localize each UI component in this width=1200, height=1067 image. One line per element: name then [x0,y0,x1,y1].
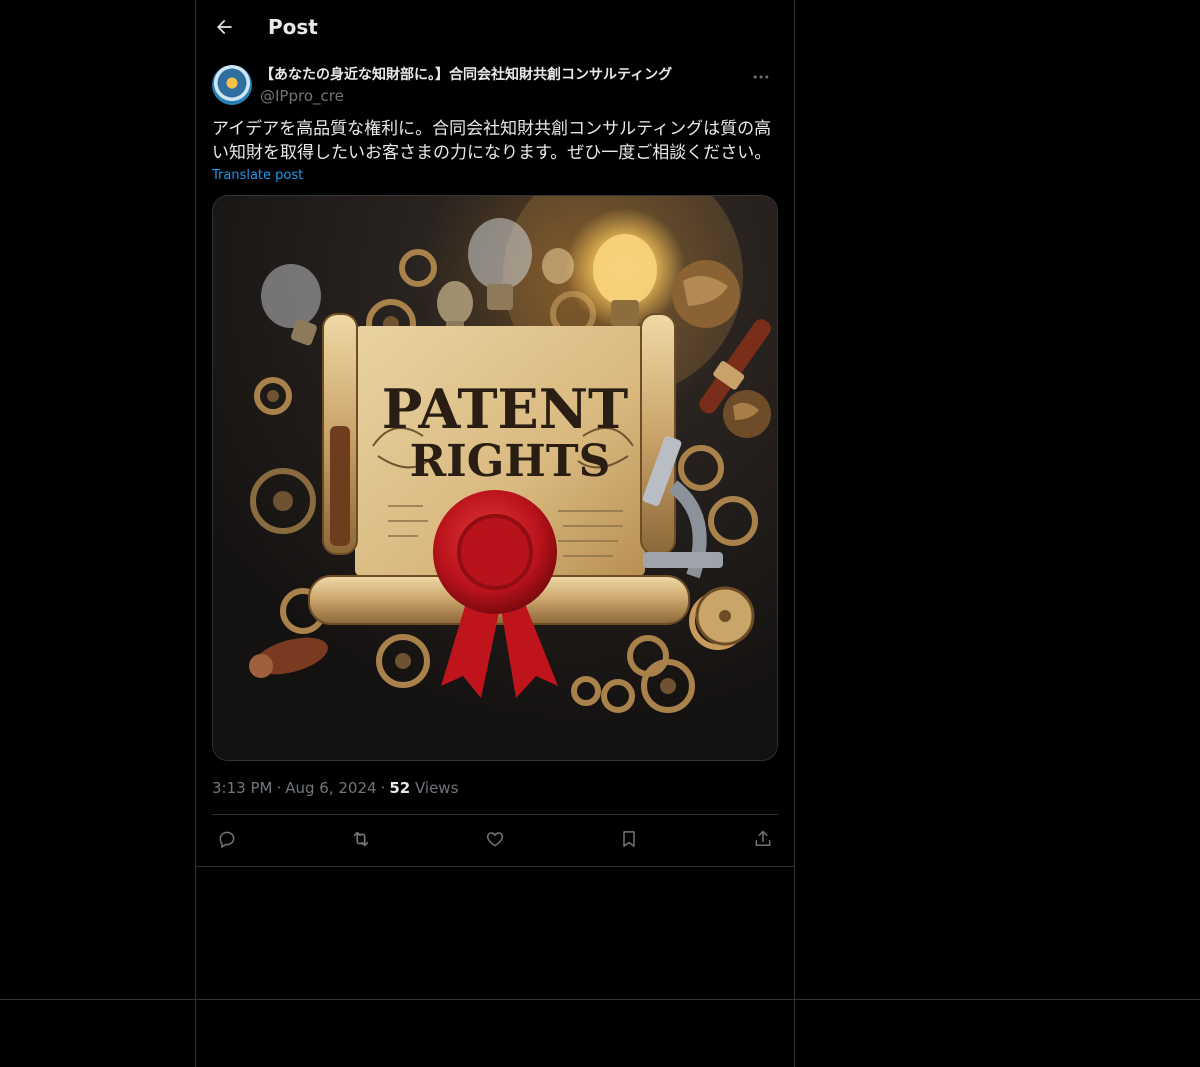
top-header: Post [196,0,794,53]
bookmark-icon [623,830,635,847]
right-border [794,0,795,1067]
author-handle[interactable]: @IPpro_cre [260,86,744,106]
views-label: Views [414,779,459,797]
meta-separator-1: · [276,779,282,797]
arrow-left-icon [217,19,232,34]
repost-button[interactable] [350,828,372,850]
post-detail-column: Post 【あなたの身近な知財部に。】合同会社知財共創コンサルティング @IPp… [196,0,794,862]
page: Post 【あなたの身近な知財部に。】合同会社知財共創コンサルティング @IPp… [0,0,1200,1067]
author-row: 【あなたの身近な知財部に。】合同会社知財共創コンサルティング @IPpro_cr… [212,65,778,109]
avatar[interactable] [212,65,252,105]
author-display-name[interactable]: 【あなたの身近な知財部に。】合同会社知財共創コンサルティング [260,66,744,84]
image-headline-line2: RIGHTS [410,436,611,487]
translate-post-link[interactable]: Translate post [212,167,778,185]
image-headline-line1: PATENT [382,377,629,441]
repost-icon [353,831,369,846]
more-options-button[interactable] [744,65,778,89]
bookmark-button[interactable] [618,828,640,850]
post-image[interactable]: PATENT RIGHTS [212,195,778,761]
like-icon [486,831,504,846]
page-title: Post [268,14,318,39]
like-button[interactable] [484,828,506,850]
post-date[interactable]: Aug 6, 2024 [285,779,376,797]
reply-button[interactable] [216,828,238,850]
meta-separator-2: · [380,779,386,797]
share-icon [755,830,771,846]
more-horizontal-icon [753,75,769,79]
post-time[interactable]: 3:13 PM [212,779,272,797]
post: 【あなたの身近な知財部に。】合同会社知財共創コンサルティング @IPpro_cr… [196,65,794,862]
post-text: アイデアを高品質な権利に。合同会社知財共創コンサルティングは質の高い知財を取得し… [212,119,772,163]
author-info: 【あなたの身近な知財部に。】合同会社知財共創コンサルティング @IPpro_cr… [260,65,744,106]
patent-rights-illustration: PATENT RIGHTS [213,196,777,760]
bottom-bar-divider [0,999,1200,1000]
back-button[interactable] [204,7,244,47]
reply-icon [219,831,235,848]
action-bar [212,815,778,862]
share-button[interactable] [752,828,774,850]
views-count: 52 [389,779,411,797]
post-bottom-divider [196,866,794,867]
post-metadata: 3:13 PM · Aug 6, 2024 · 52 Views [212,778,778,798]
